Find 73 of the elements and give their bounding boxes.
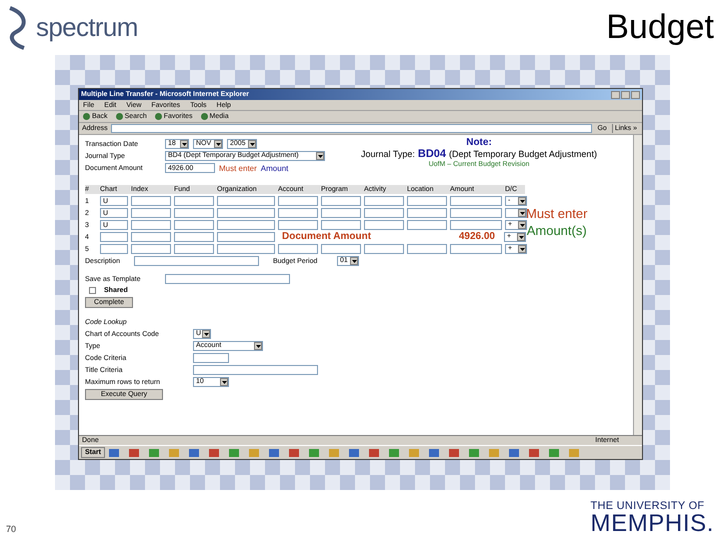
callout-text: Must enter bbox=[526, 205, 588, 222]
table-input-field[interactable] bbox=[174, 220, 214, 230]
dropdown-arrow-icon bbox=[180, 140, 188, 148]
dropdown-arrow-icon bbox=[214, 140, 222, 148]
code-criteria-field[interactable] bbox=[193, 353, 229, 363]
table-input-field[interactable] bbox=[450, 244, 502, 254]
dropdown-arrow-icon bbox=[350, 257, 358, 265]
table-input-field[interactable] bbox=[131, 232, 171, 242]
table-input-field[interactable] bbox=[174, 232, 214, 242]
table-input-field[interactable] bbox=[217, 208, 275, 218]
dropdown-arrow-icon bbox=[254, 342, 262, 350]
page-number: 70 bbox=[6, 522, 16, 536]
dropdown-arrow-icon bbox=[202, 330, 210, 338]
journal-code: BD04 bbox=[418, 149, 446, 160]
table-input-field[interactable] bbox=[321, 220, 361, 230]
table-input-field[interactable] bbox=[217, 220, 275, 230]
logo-text: spectrum bbox=[36, 10, 138, 44]
journal-description: (Dept Temporary Budget Adjustment) bbox=[449, 149, 597, 160]
description-field[interactable] bbox=[134, 256, 259, 266]
table-input-field[interactable] bbox=[100, 244, 128, 254]
dropdown-arrow-icon bbox=[518, 197, 526, 205]
dropdown-arrow-icon bbox=[248, 140, 256, 148]
table-input-field[interactable] bbox=[450, 196, 502, 206]
dropdown-arrow-icon bbox=[518, 221, 526, 229]
table-input-field[interactable] bbox=[131, 220, 171, 230]
table-input-field[interactable] bbox=[131, 208, 171, 218]
table-input-field[interactable] bbox=[174, 208, 214, 218]
table-input-field[interactable] bbox=[174, 244, 214, 254]
warning-text: Amount bbox=[260, 164, 288, 172]
dropdown-arrow-icon bbox=[518, 209, 526, 217]
template-name-field[interactable] bbox=[165, 274, 290, 284]
scrollbar[interactable] bbox=[633, 135, 642, 435]
table-input-field[interactable] bbox=[217, 244, 275, 254]
table-input-field[interactable] bbox=[278, 220, 318, 230]
window-controls-icon[interactable] bbox=[611, 90, 640, 98]
warning-text: Must enter bbox=[219, 164, 257, 172]
title-criteria-field[interactable] bbox=[193, 365, 318, 375]
dropdown-arrow-icon bbox=[316, 152, 324, 160]
document-amount-label: Document Amount bbox=[282, 232, 372, 242]
table-input-field[interactable] bbox=[174, 196, 214, 206]
table-input-field[interactable] bbox=[321, 244, 361, 254]
table-input-field[interactable] bbox=[321, 196, 361, 206]
slide-title: Budget bbox=[606, 10, 714, 44]
table-input-field[interactable] bbox=[131, 196, 171, 206]
table-input-field[interactable] bbox=[217, 196, 275, 206]
table-input-field[interactable] bbox=[131, 244, 171, 254]
dropdown-arrow-icon bbox=[518, 245, 526, 253]
table-input-field[interactable] bbox=[407, 208, 447, 218]
table-input-field[interactable] bbox=[407, 196, 447, 206]
table-input-field[interactable] bbox=[364, 208, 404, 218]
shared-checkbox[interactable] bbox=[89, 287, 96, 294]
table-input-field[interactable] bbox=[407, 244, 447, 254]
table-input-field[interactable] bbox=[450, 220, 502, 230]
note-label: Journal Type: bbox=[361, 149, 415, 160]
table-input-field[interactable] bbox=[407, 220, 447, 230]
callout-text: Amount(s) bbox=[526, 222, 587, 239]
table-input-field[interactable] bbox=[278, 208, 318, 218]
dropdown-arrow-icon bbox=[220, 378, 228, 386]
address-field[interactable] bbox=[110, 124, 592, 133]
debit-credit-select[interactable] bbox=[505, 208, 527, 218]
table-input-field[interactable] bbox=[278, 244, 318, 254]
document-amount-value: 4926.00 bbox=[458, 232, 495, 242]
dropdown-arrow-icon bbox=[517, 233, 525, 241]
table-input-field[interactable] bbox=[278, 196, 318, 206]
table-input-field[interactable] bbox=[364, 244, 404, 254]
table-input-field[interactable] bbox=[364, 196, 404, 206]
university-logo: THE UNIVERSITY OF MEMPHIS. bbox=[590, 500, 714, 536]
table-input-field[interactable] bbox=[321, 208, 361, 218]
table-input-field[interactable] bbox=[364, 220, 404, 230]
table-input-field[interactable] bbox=[450, 208, 502, 218]
note-title: Note: bbox=[466, 137, 492, 149]
table-input-field[interactable] bbox=[100, 232, 128, 242]
table-input-field[interactable] bbox=[217, 232, 275, 242]
